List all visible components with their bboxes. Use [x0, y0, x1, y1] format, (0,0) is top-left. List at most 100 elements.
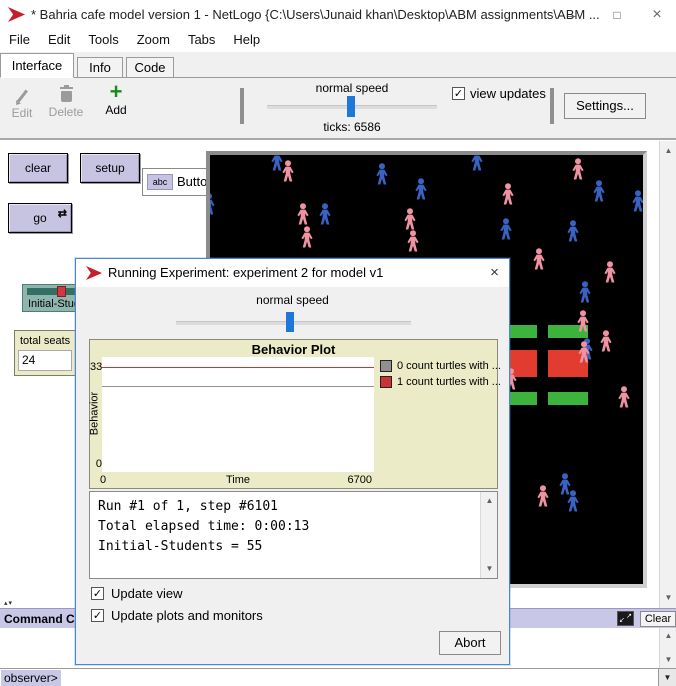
person-turtle-blue	[578, 281, 592, 303]
view-updates-checkbox[interactable]: ✓	[452, 87, 465, 100]
menu-edit[interactable]: Edit	[39, 30, 79, 47]
clear-command-center-button[interactable]: Clear	[640, 611, 676, 627]
history-dropdown-button[interactable]: ▼	[658, 669, 676, 686]
legend-swatch-gray	[380, 360, 392, 372]
trash-icon	[60, 85, 73, 102]
y-axis-tick-max: 33	[90, 361, 102, 373]
person-turtle-blue	[414, 178, 428, 200]
person-turtle-pink	[599, 330, 613, 352]
plus-icon: +	[96, 84, 136, 100]
menu-zoom[interactable]: Zoom	[128, 30, 179, 47]
cafe-table	[510, 392, 537, 405]
view-updates-label: view updates	[470, 86, 546, 101]
person-turtle-pink	[576, 310, 590, 332]
behavior-plot: Behavior Plot 33 0 Behavior 0 Time 6700 …	[89, 339, 498, 489]
person-turtle-blue	[592, 180, 606, 202]
x-axis-label: Time	[102, 474, 374, 486]
dialog-speed-label: normal speed	[76, 293, 509, 307]
person-turtle-pink	[532, 248, 546, 270]
plot-area	[102, 357, 374, 472]
abort-button[interactable]: Abort	[439, 631, 501, 655]
toolbar-separator	[550, 88, 554, 124]
person-turtle-blue	[270, 155, 284, 171]
scroll-down-icon[interactable]: ▼	[660, 652, 676, 668]
netlogo-window: * Bahria cafe model version 1 - NetLogo …	[0, 0, 676, 686]
person-turtle-pink	[403, 208, 417, 230]
edit-widget-button[interactable]: Edit	[2, 86, 42, 120]
x-axis-tick-max: 6700	[336, 474, 372, 486]
dialog-title-bar: Running Experiment: experiment 2 for mod…	[76, 259, 509, 287]
setup-button[interactable]: setup	[80, 153, 140, 183]
slider-handle[interactable]	[57, 286, 66, 297]
maximize-button[interactable]: □	[598, 0, 636, 30]
clear-button[interactable]: clear	[8, 153, 68, 183]
observer-prompt[interactable]: observer>	[1, 670, 61, 686]
plot-line	[102, 367, 374, 368]
y-axis-label: Behavior	[89, 382, 102, 446]
window-title: * Bahria cafe model version 1 - NetLogo …	[31, 0, 600, 30]
cafe-table	[510, 325, 537, 338]
update-plots-checkbox[interactable]: ✓	[91, 609, 104, 622]
scroll-down-icon[interactable]: ▼	[481, 561, 498, 577]
experiment-output-text: Run #1 of 1, step #6101Total elapsed tim…	[98, 497, 309, 557]
output-scrollbar[interactable]: ▲ ▼	[480, 492, 497, 578]
menu-tools[interactable]: Tools	[79, 30, 127, 47]
tab-code[interactable]: Code	[126, 57, 174, 78]
plot-title: Behavior Plot	[90, 342, 497, 357]
forever-icon: ⇄	[58, 200, 67, 228]
menu-file[interactable]: File	[0, 30, 39, 47]
expand-command-center-button[interactable]: ↗ ↙	[617, 611, 634, 626]
person-turtle-blue	[566, 490, 580, 512]
person-turtle-blue	[375, 163, 389, 185]
command-input[interactable]	[66, 670, 650, 686]
scroll-up-icon[interactable]: ▲	[660, 143, 676, 159]
running-experiment-dialog: Running Experiment: experiment 2 for mod…	[75, 258, 510, 665]
menu-help[interactable]: Help	[224, 30, 269, 47]
person-turtle-pink	[300, 226, 314, 248]
scroll-up-icon[interactable]: ▲	[660, 628, 676, 644]
person-turtle-pink	[571, 158, 585, 180]
go-button[interactable]: go⇄	[8, 203, 72, 233]
ticks-counter: ticks: 6586	[267, 120, 437, 134]
netlogo-dialog-icon	[86, 266, 102, 280]
speed-slider-handle[interactable]	[347, 96, 355, 117]
toolbar: Edit Delete + Add abc Button ▼ normal sp…	[0, 78, 676, 140]
monitor-label: total seats	[20, 335, 70, 347]
add-widget-button[interactable]: + Add	[96, 84, 136, 117]
person-turtle-pink	[617, 386, 631, 408]
update-view-checkbox[interactable]: ✓	[91, 587, 104, 600]
dialog-title: Running Experiment: experiment 2 for mod…	[108, 259, 383, 287]
person-turtle-pink	[501, 183, 515, 205]
command-line-row: observer> ▼	[0, 668, 676, 686]
person-turtle-blue	[470, 155, 484, 171]
command-output-scrollbar[interactable]: ▲ ▼	[659, 628, 676, 668]
plot-line	[102, 386, 374, 387]
person-turtle-pink	[296, 203, 310, 225]
person-turtle-pink	[406, 230, 420, 252]
menu-tabs[interactable]: Tabs	[179, 30, 224, 47]
person-turtle-blue	[631, 190, 643, 212]
delete-widget-button[interactable]: Delete	[46, 84, 86, 119]
person-turtle-pink	[577, 341, 591, 363]
scroll-up-icon[interactable]: ▲	[481, 493, 498, 509]
button-widget-icon: abc	[147, 174, 173, 190]
command-center-splitter[interactable]: ▴▾	[4, 599, 13, 607]
person-turtle-blue	[318, 203, 332, 225]
tab-info[interactable]: Info	[77, 57, 123, 78]
dialog-speed-slider-handle[interactable]	[286, 312, 294, 332]
menu-bar: FileEditToolsZoomTabsHelp	[0, 30, 676, 52]
dialog-close-button[interactable]: ×	[480, 259, 509, 287]
main-scrollbar[interactable]: ▲ ▼	[659, 141, 676, 608]
person-turtle-blue	[210, 193, 216, 215]
person-turtle-pink	[536, 485, 550, 507]
minimize-button[interactable]: –	[553, 0, 591, 30]
title-bar: * Bahria cafe model version 1 - NetLogo …	[0, 0, 676, 30]
arrow-ne-icon: ↗	[626, 613, 632, 620]
close-button[interactable]: ×	[638, 0, 676, 30]
tab-interface[interactable]: Interface	[0, 53, 74, 78]
settings-button[interactable]: Settings...	[564, 93, 646, 119]
person-turtle-blue	[566, 220, 580, 242]
y-axis-tick-min: 0	[90, 458, 102, 470]
cafe-table	[548, 392, 588, 405]
scroll-down-icon[interactable]: ▼	[660, 590, 676, 606]
